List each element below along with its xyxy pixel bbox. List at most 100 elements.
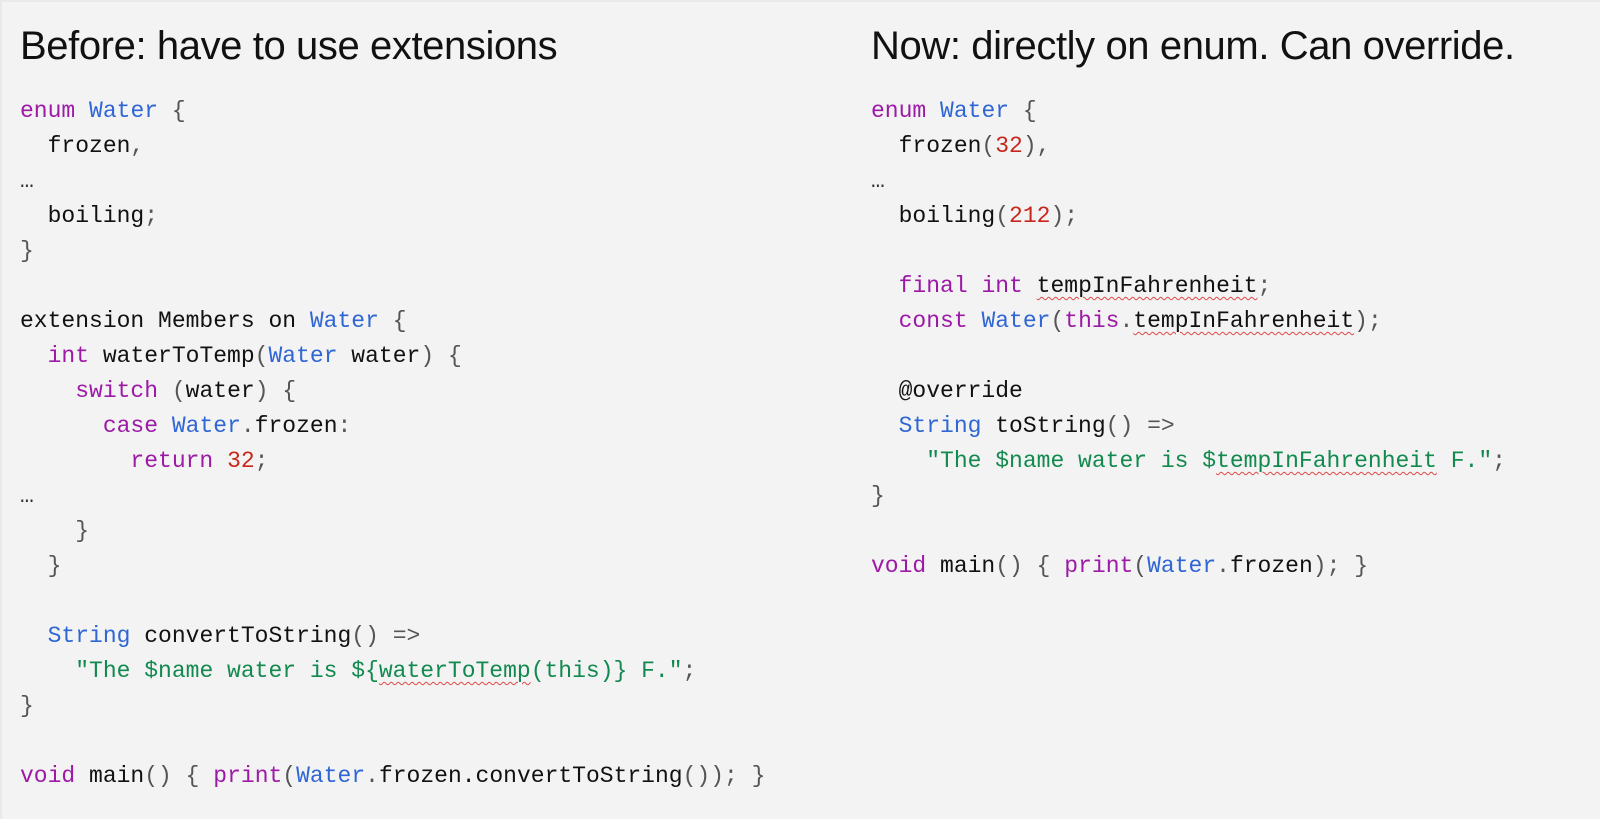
code-line: boiling(212); [871, 199, 1506, 234]
code-line: "The $name water is $tempInFahrenheit F.… [871, 444, 1506, 479]
code-token-plain: @override [871, 378, 1023, 404]
code-token-plain: main [926, 553, 996, 579]
before-title: Before: have to use extensions [20, 24, 558, 68]
code-token-keyword: const [898, 308, 968, 334]
code-line: } [871, 479, 1506, 514]
code-token-punct: ; [1257, 273, 1272, 299]
code-token-ellipsis: … [20, 168, 34, 194]
code-token-keyword: switch [75, 378, 159, 404]
code-token-plain: extension Members on [20, 308, 310, 334]
code-token-keyword: void [20, 763, 76, 789]
code-token-spell-warning: waterToTemp [378, 658, 531, 684]
code-token-punct: { [171, 98, 186, 124]
code-token-punct: () [144, 763, 172, 789]
code-token-punct: { [282, 378, 297, 404]
code-token-spell-warning: tempInFahrenheit [1036, 273, 1258, 299]
code-token-punct: ); [1050, 203, 1079, 229]
code-token-plain: waterToTemp [89, 343, 255, 369]
code-token-keyword: enum [20, 98, 76, 124]
code-token-plain: boiling [871, 203, 996, 229]
code-token-keyword: void [871, 553, 927, 579]
code-token-punct: () [1105, 413, 1134, 439]
now-code-block: enum Water { frozen(32),… boiling(212); … [871, 94, 1506, 584]
code-token-punct: } [871, 483, 885, 509]
code-line: case Water.frozen: [20, 409, 765, 444]
code-token-keyword: int [47, 343, 90, 369]
code-token-number: 32 [995, 133, 1023, 159]
code-token-type: String [47, 623, 131, 649]
code-token-punct: ; [144, 203, 159, 229]
code-line: enum Water { [20, 94, 765, 129]
code-line: extension Members on Water { [20, 304, 765, 339]
code-token-punct: ) [254, 378, 269, 404]
code-token-spell-warning: tempInFahrenheit [1133, 308, 1355, 334]
code-token-punct: => [1147, 413, 1175, 439]
code-line: String toString() => [871, 409, 1506, 444]
code-token-plain: frozen.convertToString [378, 763, 683, 789]
code-token-punct: ( [171, 378, 186, 404]
code-token-punct: ; [254, 448, 269, 474]
code-token-punct: ( [981, 133, 996, 159]
code-token-type: String [898, 413, 982, 439]
code-token-punct: } [20, 238, 34, 264]
code-token-number: 32 [227, 448, 255, 474]
code-token-punct: { [392, 308, 407, 334]
code-line: void main() { print(Water.frozen.convert… [20, 759, 765, 794]
code-token-keyword: print [1064, 553, 1134, 579]
code-token-punct: { [185, 763, 200, 789]
code-line: String convertToString() => [20, 619, 765, 654]
code-line: frozen, [20, 129, 765, 164]
code-line: return 32; [20, 444, 765, 479]
code-token-keyword: print [213, 763, 283, 789]
code-token-plain: water [337, 343, 421, 369]
code-token-punct: { [1036, 553, 1051, 579]
code-token-punct: . [240, 413, 255, 439]
now-title: Now: directly on enum. Can override. [871, 24, 1515, 68]
code-line: void main() { print(Water.frozen); } [871, 549, 1506, 584]
code-token-punct: } [1354, 553, 1368, 579]
code-line: @override [871, 374, 1506, 409]
code-line: switch (water) { [20, 374, 765, 409]
code-line: } [20, 689, 765, 724]
code-token-type: Water [268, 343, 338, 369]
code-line: … [871, 164, 1506, 199]
code-token-punct: ( [254, 343, 269, 369]
code-token-keyword: final [898, 273, 968, 299]
code-token-punct: { [1022, 98, 1037, 124]
code-token-punct: { [447, 343, 462, 369]
code-token-punct: ( [1133, 553, 1148, 579]
code-line: } [20, 549, 765, 584]
code-token-plain: water [185, 378, 255, 404]
code-token-punct: } [20, 693, 34, 719]
code-line: } [20, 234, 765, 269]
code-token-type: Water [89, 98, 159, 124]
code-token-type: Water [1147, 553, 1217, 579]
